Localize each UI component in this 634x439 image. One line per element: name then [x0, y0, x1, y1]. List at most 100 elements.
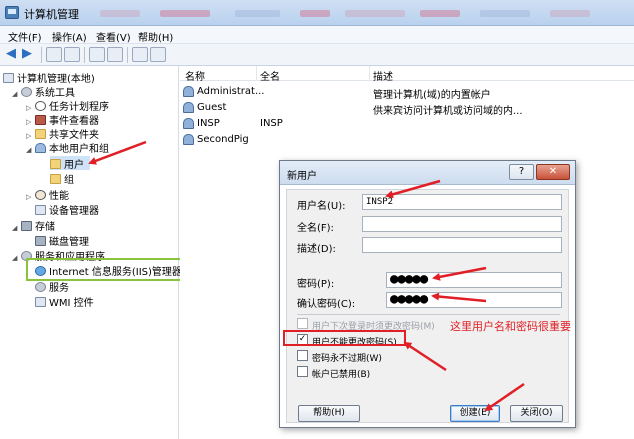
tools-icon	[21, 87, 32, 97]
username-input[interactable]: INSP2	[362, 194, 562, 210]
expanded-triangle-icon[interactable]: ◢	[26, 146, 35, 154]
window-title: 计算机管理	[24, 8, 79, 21]
help-icon[interactable]	[132, 47, 148, 62]
confirm-password-input[interactable]: ●●●●●	[386, 292, 562, 308]
collapsed-triangle-icon[interactable]: ▷	[26, 118, 35, 126]
export-list-icon[interactable]	[107, 47, 123, 62]
refresh-icon[interactable]	[89, 47, 105, 62]
tree-node-event-viewer[interactable]: ▷ 事件查看器	[26, 112, 99, 127]
wmi-icon	[35, 297, 46, 307]
collapsed-triangle-icon[interactable]: ▷	[26, 193, 35, 201]
tree-node-task-scheduler[interactable]: ▷ 任务计划程序	[26, 98, 109, 113]
menu-action[interactable]: 操作(A)	[52, 29, 87, 44]
password-never-expires-checkbox[interactable]	[297, 350, 308, 361]
menu-view[interactable]: 查看(V)	[96, 29, 131, 44]
performance-icon	[35, 190, 46, 200]
table-row[interactable]: SecondPig	[180, 133, 634, 147]
column-name[interactable]: 名称	[185, 68, 205, 83]
username-label: 用户名(U):	[297, 201, 346, 212]
dialog-help-button[interactable]: ?	[509, 164, 534, 180]
dialog-title: 新用户	[287, 171, 317, 182]
tree-node-system-tools[interactable]: ◢ 系统工具	[12, 84, 75, 99]
table-row[interactable]: Administrat... 管理计算机(域)的内置帐户	[180, 85, 634, 101]
tree-node-storage[interactable]: ◢ 存储	[12, 218, 55, 233]
blurred-title-strip	[300, 10, 330, 17]
tree-node-users[interactable]: 用户	[50, 156, 90, 171]
table-row[interactable]: INSP INSP	[180, 117, 634, 131]
must-change-password-checkbox[interactable]	[297, 318, 308, 329]
confirm-password-label: 确认密码(C):	[297, 299, 356, 310]
tree-node-shared-folders[interactable]: ▷ 共享文件夹	[26, 126, 99, 141]
tree-node-groups[interactable]: 组	[50, 171, 74, 186]
create-button[interactable]: 创建(E)	[450, 405, 500, 422]
folder-icon	[50, 174, 61, 184]
dialog-title-bar: 新用户 ? ✕	[280, 161, 575, 185]
column-divider[interactable]	[256, 66, 257, 81]
user-icon	[183, 134, 194, 145]
shared-folder-icon	[35, 129, 46, 139]
tree-node-local-users-groups[interactable]: ◢ 本地用户和组	[26, 140, 109, 155]
table-row[interactable]: Guest 供来宾访问计算机或访问域的内...	[180, 101, 634, 117]
up-folder-icon[interactable]	[46, 47, 62, 62]
blurred-title-strip	[100, 10, 140, 17]
column-fullname[interactable]: 全名	[260, 68, 280, 83]
account-disabled-label: 帐户已禁用(B)	[312, 370, 371, 380]
blurred-title-strip	[160, 10, 210, 17]
blurred-title-strip	[550, 10, 590, 17]
tree-node-wmi-control[interactable]: WMI 控件	[35, 294, 94, 309]
description-input[interactable]	[362, 237, 562, 253]
menu-help[interactable]: 帮助(H)	[138, 29, 173, 44]
password-label: 密码(P):	[297, 279, 335, 290]
forward-arrow-icon[interactable]: ▶	[22, 47, 38, 62]
collapsed-triangle-icon[interactable]: ▷	[26, 104, 35, 112]
annotation-text: 这里用户名和密码很重要	[450, 320, 571, 333]
dialog-separator	[297, 314, 560, 315]
navigation-tree: 计算机管理(本地) ◢ 系统工具 ▷ 任务计划程序 ▷ 事件查看器 ▷ 共享文件夹 ◢ 本…	[0, 66, 182, 439]
fullname-label: 全名(F):	[297, 223, 334, 234]
fullname-input[interactable]	[362, 216, 562, 232]
computer-icon	[3, 73, 14, 83]
collapsed-triangle-icon[interactable]: ▷	[26, 132, 35, 140]
password-never-expires-label: 密码永不过期(W)	[312, 354, 382, 364]
event-viewer-icon	[35, 115, 46, 125]
expanded-triangle-icon[interactable]: ◢	[12, 224, 21, 232]
tree-node-computer-management[interactable]: 计算机管理(本地)	[3, 70, 95, 85]
tree-node-device-manager[interactable]: 设备管理器	[35, 202, 99, 217]
properties-icon[interactable]	[150, 47, 166, 62]
users-group-icon	[35, 143, 46, 153]
tree-node-disk-management[interactable]: 磁盘管理	[35, 233, 89, 248]
expanded-triangle-icon[interactable]: ◢	[12, 90, 21, 98]
back-arrow-icon[interactable]: ◀	[6, 47, 22, 62]
menu-file[interactable]: 文件(F)	[8, 29, 42, 44]
password-input[interactable]: ●●●●●	[386, 272, 562, 288]
clock-icon	[35, 101, 46, 111]
cannot-change-password-highlight-box	[283, 330, 406, 346]
tree-node-services[interactable]: 服务	[35, 279, 69, 294]
blurred-title-strip	[235, 10, 280, 17]
help-button[interactable]: 帮助(H)	[298, 405, 360, 422]
dialog-body: 用户名(U): INSP2 全名(F): 描述(D): 密码(P): ●●●●●…	[286, 189, 569, 423]
account-disabled-checkbox[interactable]	[297, 366, 308, 377]
show-hide-tree-icon[interactable]	[64, 47, 80, 62]
column-description[interactable]: 描述	[373, 68, 393, 83]
menu-bar: 文件(F) 操作(A) 查看(V) 帮助(H)	[0, 26, 634, 44]
disk-icon	[35, 236, 46, 246]
close-button[interactable]: 关闭(O)	[510, 405, 563, 422]
storage-icon	[21, 221, 32, 231]
expanded-triangle-icon[interactable]: ◢	[12, 254, 21, 262]
user-icon	[183, 86, 194, 97]
computer-management-icon	[5, 6, 19, 19]
list-column-header: 名称 全名 描述	[180, 66, 634, 83]
toolbar-separator	[41, 47, 42, 63]
blurred-title-strip	[480, 10, 530, 17]
blurred-title-strip	[345, 10, 405, 17]
dialog-close-button[interactable]: ✕	[536, 164, 570, 180]
column-divider[interactable]	[369, 66, 370, 81]
title-bar: 计算机管理	[0, 0, 634, 26]
tree-node-performance[interactable]: ▷ 性能	[26, 187, 69, 202]
iis-highlight-box	[26, 258, 187, 281]
folder-icon	[50, 159, 61, 169]
toolbar-separator	[127, 47, 128, 63]
services-icon	[35, 282, 46, 292]
blurred-title-strip	[420, 10, 460, 17]
